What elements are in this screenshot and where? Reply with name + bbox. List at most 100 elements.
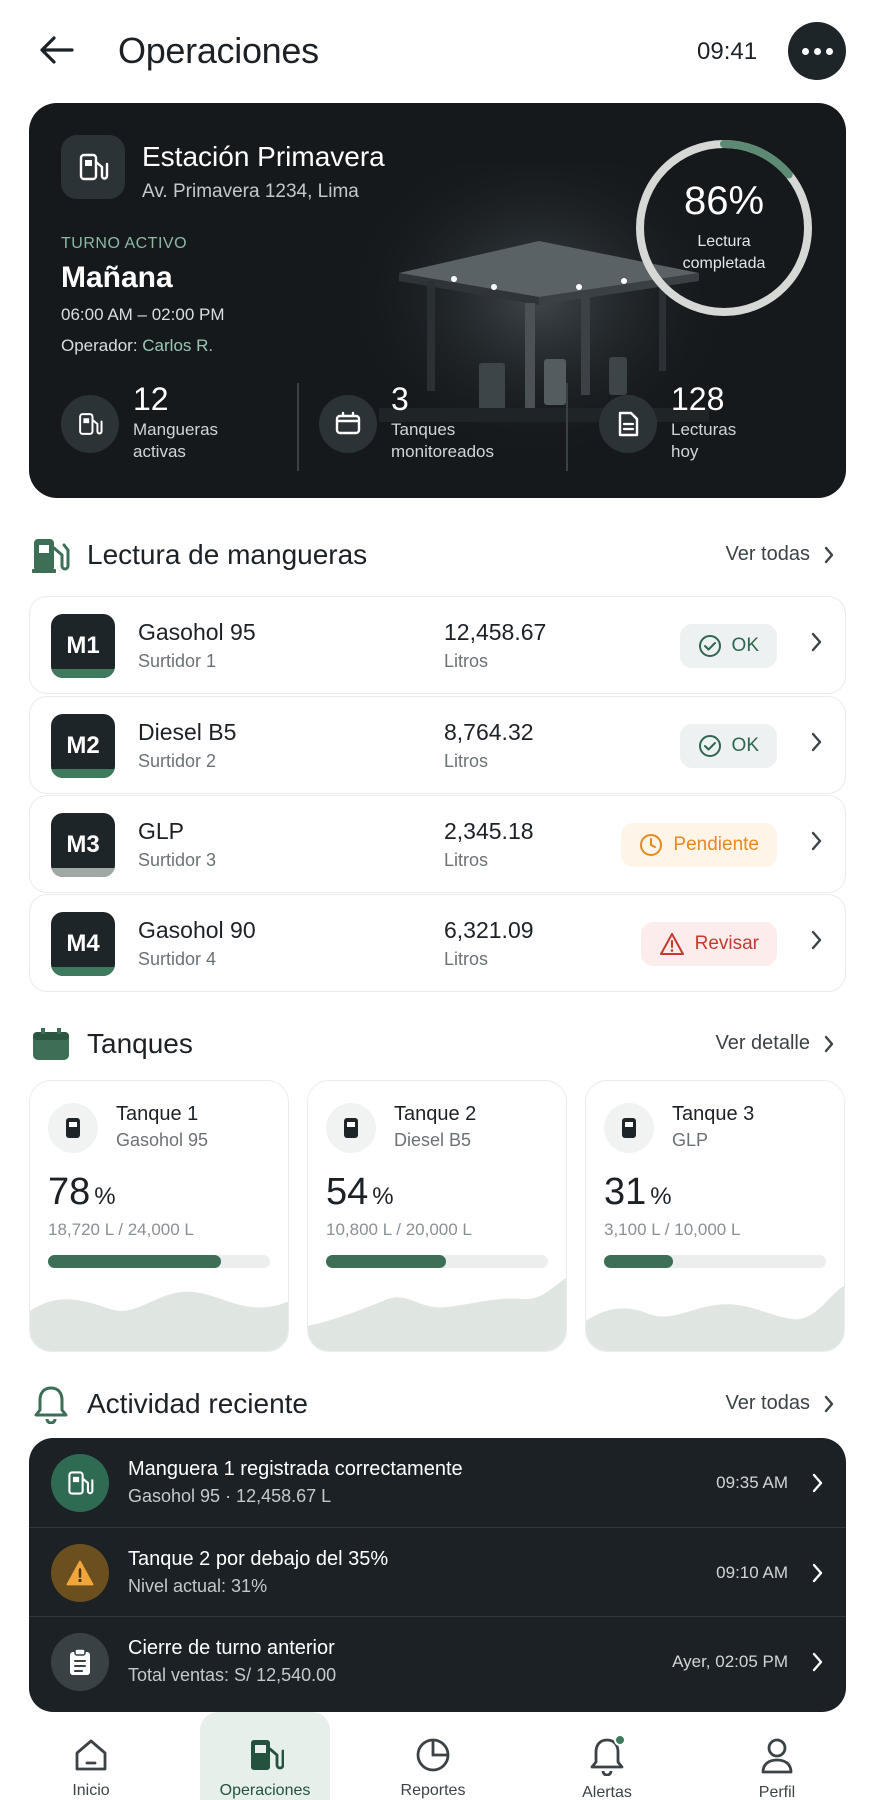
shift-caption: TURNO ACTIVO	[61, 235, 188, 252]
nav-item-alertas[interactable]: Alertas	[542, 1712, 672, 1800]
status-badge: Revisar	[640, 922, 777, 966]
tank-volume: 10,800 L / 20,000 L	[326, 1220, 472, 1239]
nav-item-operaciones[interactable]: Operaciones	[200, 1712, 330, 1800]
tank-wave-graphic	[30, 1291, 288, 1351]
user-icon	[759, 1736, 795, 1776]
document-icon	[618, 411, 639, 437]
stat-value: 12	[133, 381, 169, 417]
hose-code-badge: M1	[51, 614, 115, 678]
more-options-button[interactable]	[788, 22, 846, 80]
completion-caption-line1: Lectura	[697, 233, 751, 250]
top-bar: Operaciones 09:41	[0, 0, 874, 100]
hose-code-badge: M3	[51, 813, 115, 877]
tank-card[interactable]: Tanque 3 GLP 31% 3,100 L / 10,000 L	[585, 1080, 845, 1352]
section-title: Tanques	[87, 1028, 193, 1059]
nav-item-inicio[interactable]: Inicio	[26, 1712, 156, 1800]
hose-code-badge: M2	[51, 714, 115, 778]
shift-time: 06:00 AM – 02:00 PM	[61, 305, 225, 324]
arrow-left-icon	[40, 36, 74, 64]
hose-reading: 6,321.09	[444, 917, 534, 943]
tank-wave-graphic	[308, 1278, 566, 1351]
link-label: Ver detalle	[715, 1032, 810, 1054]
chevron-right-icon	[824, 1395, 834, 1412]
nav-label: Operaciones	[219, 1782, 311, 1799]
stat-label-line: Mangueras	[133, 420, 219, 439]
percent-sign: %	[650, 1183, 672, 1210]
warning-icon	[659, 933, 684, 955]
shift-name: Mañana	[61, 261, 173, 294]
stat-label: Mangueras activas	[133, 419, 218, 463]
operator-label: Operador:	[61, 336, 138, 355]
completion-caption: Lectura completada	[631, 231, 817, 275]
link-label: Ver todas	[725, 1392, 810, 1414]
tank-icon	[29, 1022, 73, 1066]
tank-percent-value: 31	[604, 1171, 647, 1213]
hose-reading: 8,764.32	[444, 719, 534, 745]
home-icon	[72, 1736, 110, 1774]
fuel-pump-icon	[79, 153, 109, 181]
bell-icon	[29, 1382, 73, 1426]
hose-unit: Litros	[444, 651, 489, 671]
tank-wave-graphic	[586, 1286, 844, 1351]
stat-label-line: activas	[133, 442, 186, 461]
tank-percent-value: 54	[326, 1171, 369, 1213]
tank-level-fill	[326, 1255, 446, 1268]
operator: Operador: Carlos R.	[61, 336, 213, 356]
view-tanks-detail-link[interactable]: Ver detalle	[715, 1032, 834, 1055]
dot	[801, 47, 809, 55]
hose-fuel: Gasohol 90	[138, 917, 256, 943]
tank-card[interactable]: Tanque 2 Diesel B5 54% 10,800 L / 20,000…	[307, 1080, 567, 1352]
hose-row[interactable]: M1 Gasohol 95 Surtidor 1 12,458.67 Litro…	[29, 596, 846, 694]
divider	[566, 383, 568, 471]
nav-item-reportes[interactable]: Reportes	[368, 1712, 498, 1800]
tanks-section-header: Tanques Ver detalle	[29, 1022, 846, 1066]
tank-volume: 18,720 L / 24,000 L	[48, 1220, 194, 1239]
activity-title: Cierre de turno anterior	[128, 1637, 335, 1659]
hose-fuel: Diesel B5	[138, 719, 237, 745]
hose-pump: Surtidor 3	[138, 850, 217, 870]
tank-fuel: Gasohol 95	[116, 1130, 209, 1150]
nav-label: Perfil	[758, 1784, 796, 1800]
hose-row[interactable]: M2 Diesel B5 Surtidor 2 8,764.32 Litros …	[29, 696, 846, 794]
tank-card[interactable]: Tanque 1 Gasohol 95 78% 18,720 L / 24,00…	[29, 1080, 289, 1352]
hose-row[interactable]: M3 GLP Surtidor 3 2,345.18 Litros Pendie…	[29, 795, 846, 893]
stat-hoses: 12 Mangueras activas	[61, 381, 218, 471]
stat-readings: 128 Lecturas hoy	[599, 381, 736, 471]
operator-name: Carlos R.	[142, 336, 214, 355]
activity-title: Tanque 2 por debajo del 35%	[128, 1548, 389, 1570]
status-label: Revisar	[694, 933, 759, 954]
fuel-pump-icon	[246, 1736, 284, 1774]
activity-item[interactable]: Manguera 1 registrada correctamente Gaso…	[29, 1438, 846, 1527]
activity-item[interactable]: Tanque 2 por debajo del 35% Nivel actual…	[29, 1527, 846, 1616]
check-circle-icon	[698, 635, 721, 657]
clipboard-icon	[70, 1648, 90, 1675]
tank-fuel-icon	[604, 1103, 654, 1153]
activity-icon	[51, 1454, 109, 1512]
view-all-activity-link[interactable]: Ver todas	[725, 1392, 834, 1415]
stat-label: Tanques monitoreados	[391, 419, 494, 463]
hose-fuel: Gasohol 95	[138, 619, 256, 645]
tank-level-fill	[48, 1255, 222, 1268]
tank-percent: 31%	[604, 1171, 672, 1214]
hose-row[interactable]: M4 Gasohol 90 Surtidor 4 6,321.09 Litros…	[29, 894, 846, 992]
warning-icon	[66, 1560, 94, 1586]
chevron-right-icon	[811, 732, 822, 752]
activity-item[interactable]: Cierre de turno anterior Total ventas: S…	[29, 1616, 846, 1705]
tank-fuel: Diesel B5	[394, 1130, 472, 1150]
activity-subtitle: Gasohol 95 · 12,458.67 L	[128, 1486, 332, 1506]
hose-unit: Litros	[444, 949, 489, 969]
fuel-pump-icon	[68, 1471, 94, 1495]
chevron-right-icon	[812, 1563, 823, 1583]
view-all-hoses-link[interactable]: Ver todas	[725, 543, 834, 566]
hose-unit: Litros	[444, 850, 489, 870]
stat-label: Lecturas hoy	[671, 419, 736, 463]
nav-item-perfil[interactable]: Perfil	[712, 1712, 842, 1800]
activity-time: 09:10 AM	[716, 1563, 788, 1582]
chevron-right-icon	[812, 1473, 823, 1493]
activity-subtitle: Total ventas: S/ 12,540.00	[128, 1665, 337, 1685]
tank-name: Tanque 3	[672, 1103, 755, 1125]
station-logo	[61, 135, 125, 199]
bottom-navigation: Inicio Operaciones Reportes Alertas Perf…	[0, 1712, 874, 1800]
back-button[interactable]	[36, 30, 76, 70]
percent-sign: %	[94, 1183, 116, 1210]
